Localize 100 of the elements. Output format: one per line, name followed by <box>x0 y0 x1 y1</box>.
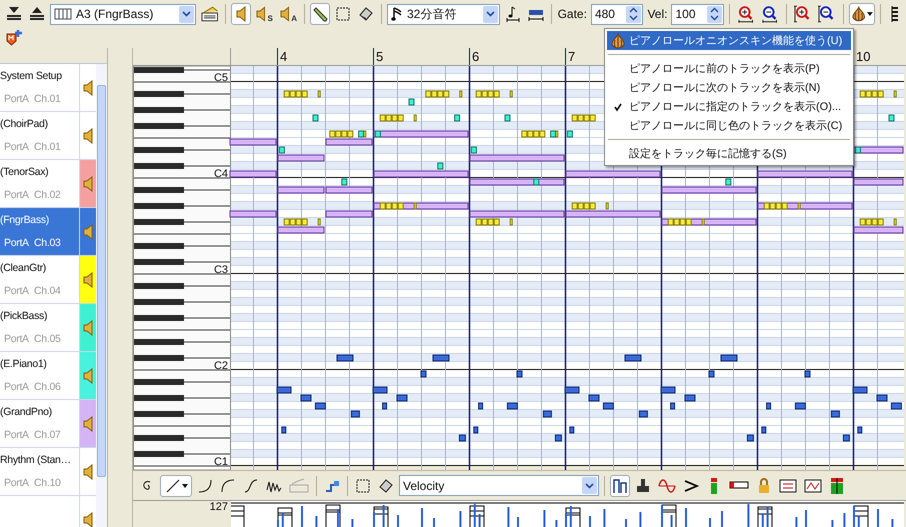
onion-skin-note <box>894 90 897 98</box>
note[interactable] <box>602 402 614 410</box>
note[interactable] <box>506 402 518 410</box>
onion-skin-note <box>318 90 321 98</box>
scrollbar[interactable] <box>96 64 107 527</box>
note[interactable] <box>794 402 806 410</box>
track-channel: Ch.05 <box>34 333 61 346</box>
speaker-icon[interactable] <box>83 176 94 192</box>
track-row[interactable]: (TenorSax) PortA Ch.02 <box>0 160 96 208</box>
speaker-icon[interactable] <box>83 464 94 480</box>
track-name: System Setup <box>0 70 63 82</box>
onion-skin-note <box>454 114 460 122</box>
speaker-letter-button[interactable]: A <box>278 3 300 25</box>
track-channel: Ch.06 <box>34 381 61 394</box>
note[interactable] <box>382 402 388 410</box>
menu-item[interactable]: ピアノロールオニオンスキン機能を使う(U) <box>607 31 851 50</box>
onion-skin-note <box>566 130 573 138</box>
spinner-arrows-icon[interactable] <box>707 6 722 22</box>
onion-skin-note <box>230 170 276 178</box>
track-channel: Ch.02 <box>34 189 61 202</box>
track-row[interactable]: (ChoirPad) PortA Ch.01 <box>0 112 96 160</box>
octave-label: C5 <box>214 72 228 84</box>
menu-item[interactable]: 設定をトラック毎に記憶する(S) <box>607 144 851 163</box>
pencil-button[interactable] <box>310 3 330 25</box>
octave-label: C1 <box>214 456 228 468</box>
measure-number: 6 <box>472 49 480 64</box>
track-row[interactable]: Rhythm (Stan… PortA Ch.10 <box>0 448 96 496</box>
note[interactable] <box>350 410 360 418</box>
track-dropdown[interactable]: A3 (FngrBass) <box>50 4 196 24</box>
track-name: (E.Piano1) <box>0 358 48 370</box>
note[interactable] <box>478 402 484 410</box>
track-channel: Ch.10 <box>34 477 61 490</box>
note-length-dropdown[interactable]: 32分音符 <box>387 4 500 24</box>
note-icon <box>506 5 520 23</box>
track-row[interactable]: (GrandPno) PortA Ch.07 <box>0 400 96 448</box>
spinner-arrows-icon[interactable] <box>626 6 642 22</box>
onion-skin-note <box>408 98 414 106</box>
track-port: PortA <box>4 477 29 490</box>
track-row[interactable]: System Setup PortA Ch.01 <box>0 64 96 112</box>
track-name: Rhythm (Stan… <box>0 454 72 466</box>
controller-dropdown[interactable]: Velocity <box>399 475 599 496</box>
scrollbar-thumb[interactable] <box>97 85 106 477</box>
caret-icon <box>182 484 188 488</box>
speaker-icon[interactable] <box>83 368 94 384</box>
toolbar-label: Gate: <box>556 7 588 21</box>
menu-item[interactable]: ピアノロールに次のトラックを表示(N) <box>607 78 851 97</box>
track-row[interactable]: (CleanGtr) PortA Ch.04 <box>0 256 96 304</box>
track-port: PortA <box>4 93 29 106</box>
speaker-icon[interactable] <box>83 320 94 336</box>
toolbar-label: Vel: <box>646 7 668 21</box>
velocity-bars-drawing[interactable] <box>231 501 904 527</box>
menu-item[interactable]: ピアノロールに同じ色のトラックを表示(C) <box>607 116 851 135</box>
speaker-button[interactable] <box>231 3 252 25</box>
speaker-icon <box>280 6 290 22</box>
track-icon <box>54 8 72 20</box>
number-field[interactable]: 100 <box>671 4 724 24</box>
eraser-icon <box>358 6 374 22</box>
folder-list-icon <box>200 6 218 22</box>
dashed-rectangle-icon <box>335 6 352 22</box>
track-row[interactable]: (E.Piano1) PortA Ch.06 <box>0 352 96 400</box>
line-tool-button[interactable] <box>160 474 192 496</box>
track-name: (CleanGtr) <box>0 262 48 274</box>
note[interactable] <box>670 402 676 410</box>
speaker-icon[interactable] <box>83 272 94 288</box>
note[interactable] <box>542 410 552 418</box>
track-name: (PickBass) <box>0 310 48 322</box>
menu-item[interactable]: ピアノロールに前のトラックを表示(P) <box>607 59 851 78</box>
onion-skin-note <box>504 114 510 122</box>
onion-skin-note <box>459 90 462 98</box>
onion-skin-note <box>230 210 276 218</box>
track-port: PortA <box>4 189 29 202</box>
track-row[interactable]: (FngrBass) PortA Ch.03 <box>0 208 96 256</box>
bar-graph-button[interactable] <box>610 474 630 496</box>
number-field[interactable]: 480 <box>590 4 644 24</box>
speaker-icon[interactable] <box>83 128 94 144</box>
track-row[interactable]: (PickBass) PortA Ch.05 <box>0 304 96 352</box>
piano-keyboard-drawing[interactable] <box>133 66 231 470</box>
speaker-icon[interactable] <box>83 224 94 240</box>
speaker-icon[interactable] <box>83 416 94 432</box>
onion-icon <box>850 6 866 22</box>
speaker-icon <box>256 6 266 22</box>
onion-skin-button[interactable] <box>848 3 876 25</box>
speaker-icon[interactable] <box>83 80 94 96</box>
line-icon <box>164 478 180 494</box>
speaker-letter-button[interactable]: S <box>254 3 275 25</box>
onion-skin-note <box>414 114 417 122</box>
checkmark-icon <box>613 102 623 112</box>
track-port: PortA <box>4 381 29 394</box>
menu-item[interactable]: ピアノロールに指定のトラックを表示(O)... <box>607 97 851 116</box>
note[interactable] <box>281 426 286 434</box>
note[interactable] <box>314 402 326 410</box>
note[interactable] <box>766 402 772 410</box>
track-port: PortA <box>4 429 29 442</box>
note[interactable] <box>830 410 840 418</box>
note-icon <box>391 6 403 22</box>
track-name: (FngrBass) <box>0 214 50 226</box>
track-name: (ChoirPad) <box>0 118 49 130</box>
note[interactable] <box>890 402 902 410</box>
speaker-icon[interactable] <box>83 512 94 527</box>
note[interactable] <box>638 410 648 418</box>
